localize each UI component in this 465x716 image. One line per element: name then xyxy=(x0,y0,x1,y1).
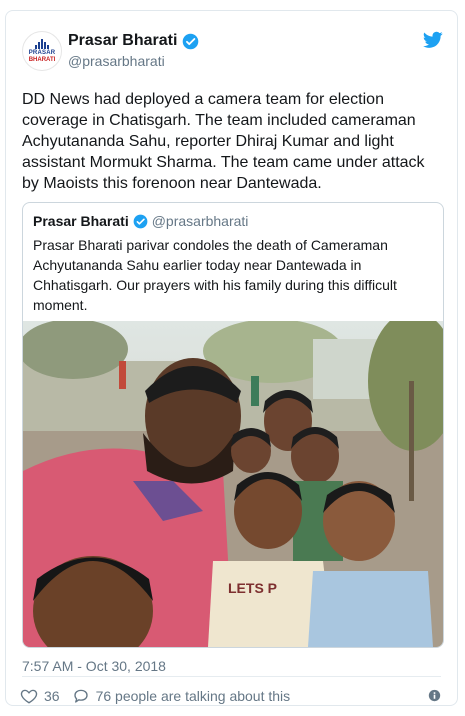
svg-text:LETS P: LETS P xyxy=(228,580,277,596)
author-avatar[interactable]: PRASAR BHARATI xyxy=(22,31,62,71)
verified-icon xyxy=(133,214,148,228)
quoted-tweet-text: Prasar Bharati parivar condoles the deat… xyxy=(33,237,397,313)
info-icon[interactable] xyxy=(428,689,441,702)
selfie-photo-illustration: LETS P xyxy=(23,321,443,647)
verified-icon xyxy=(183,33,199,49)
tweet-timestamp[interactable]: 7:57 AM - Oct 30, 2018 xyxy=(22,658,166,674)
like-count[interactable]: 36 xyxy=(44,688,60,704)
reply-bubble-icon[interactable] xyxy=(72,687,90,705)
quoted-photo[interactable]: LETS P xyxy=(23,321,443,647)
author-display-name[interactable]: Prasar Bharati xyxy=(68,31,177,51)
heart-icon[interactable] xyxy=(20,687,38,705)
author-display-name-row[interactable]: Prasar Bharati xyxy=(68,31,199,51)
tweet-actions: 36 76 people are talking about this xyxy=(20,685,443,707)
tweet-text: DD News had deployed a camera team for e… xyxy=(22,91,425,192)
logo-mark xyxy=(34,38,50,49)
tweet-header: PRASAR BHARATI Prasar Bharati @prasarbha… xyxy=(22,29,443,81)
twitter-bird-icon[interactable] xyxy=(423,31,443,49)
author-names: Prasar Bharati @prasarbharati xyxy=(68,31,199,70)
quoted-display-name: Prasar Bharati xyxy=(33,213,129,229)
logo-text-bottom: BHARATI xyxy=(28,56,56,63)
quoted-tweet[interactable]: Prasar Bharati @prasarbharati Prasar Bha… xyxy=(22,202,444,648)
footer-divider xyxy=(22,676,441,677)
logo-text-top: PRASAR xyxy=(28,49,56,56)
author-handle[interactable]: @prasarbharati xyxy=(68,52,199,70)
quoted-handle: @prasarbharati xyxy=(151,213,249,229)
talking-about-link[interactable]: 76 people are talking about this xyxy=(96,688,291,704)
quoted-tweet-header: Prasar Bharati @prasarbharati xyxy=(33,213,248,229)
embedded-tweet-card: PRASAR BHARATI Prasar Bharati @prasarbha… xyxy=(5,10,458,706)
